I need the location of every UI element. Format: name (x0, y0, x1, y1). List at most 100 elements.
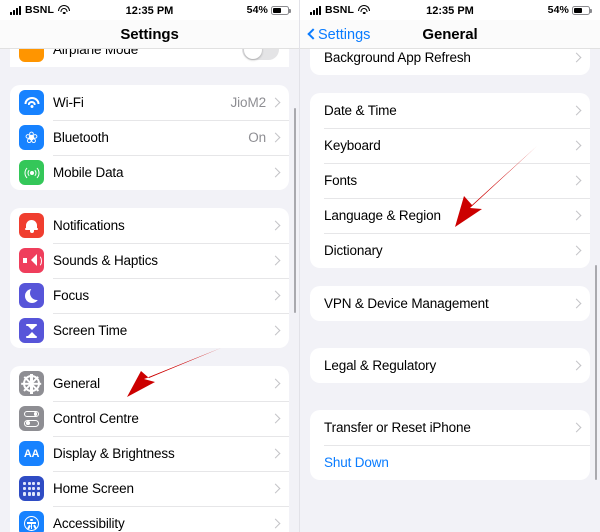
row-label: Notifications (53, 218, 125, 233)
scrollbar-right[interactable] (594, 265, 597, 480)
settings-row-bluetooth[interactable]: ❀ Bluetooth On (10, 120, 289, 155)
settings-group-legal: Legal & Regulatory (310, 348, 590, 383)
settings-row-general[interactable]: General (10, 366, 289, 401)
row-label: Keyboard (324, 138, 381, 153)
status-bar-right: BSNL 12:35 PM 54% (300, 0, 600, 20)
settings-row-fonts[interactable]: Fonts (310, 163, 590, 198)
row-label: Wi-Fi (53, 95, 84, 110)
row-value: JioM2 (230, 95, 266, 110)
settings-row-focus[interactable]: Focus (10, 278, 289, 313)
settings-group-reset: Transfer or Reset iPhone Shut Down (310, 410, 590, 480)
chevron-right-icon (573, 140, 580, 151)
settings-row-control-centre[interactable]: Control Centre (10, 401, 289, 436)
settings-row-shut-down[interactable]: Shut Down (310, 445, 590, 480)
settings-row-dictionary[interactable]: Dictionary (310, 233, 590, 268)
nav-bar-left: Settings (0, 20, 299, 49)
nav-bar-right: Settings General (300, 20, 600, 49)
moon-icon (19, 283, 44, 308)
status-bar-left: BSNL 12:35 PM 54% (0, 0, 299, 20)
settings-group-localization: Date & Time Keyboard Fonts Language & Re… (310, 93, 590, 268)
right-phone-screen: BSNL 12:35 PM 54% Settings General Backg… (300, 0, 600, 532)
row-value: On (248, 130, 266, 145)
status-bar-time-wrap-right: 12:35 PM (300, 1, 600, 19)
chevron-right-icon (272, 167, 279, 178)
row-label: Background App Refresh (324, 50, 471, 65)
chevron-right-icon (272, 378, 279, 389)
battery-icon (271, 5, 291, 15)
control-centre-icon (19, 406, 44, 431)
settings-row-keyboard[interactable]: Keyboard (310, 128, 590, 163)
row-label: Bluetooth (53, 130, 109, 145)
page-title-right: General (422, 26, 478, 43)
settings-row-display-brightness[interactable]: AA Display & Brightness (10, 436, 289, 471)
bluetooth-icon: ❀ (19, 125, 44, 150)
row-label: Screen Time (53, 323, 128, 338)
settings-row-vpn-device-management[interactable]: VPN & Device Management (310, 286, 590, 321)
gear-icon (19, 371, 44, 396)
chevron-right-icon (272, 97, 279, 108)
chevron-right-icon (272, 255, 279, 266)
chevron-right-icon (573, 360, 580, 371)
back-button-settings[interactable]: Settings (308, 27, 370, 43)
row-label: Fonts (324, 173, 358, 188)
home-screen-grid-icon (19, 476, 44, 501)
chevron-right-icon (272, 483, 279, 494)
row-label: Sounds & Haptics (53, 253, 158, 268)
row-label: Shut Down (324, 455, 389, 470)
chevron-right-icon (573, 52, 580, 63)
row-label: General (53, 376, 100, 391)
settings-list-right[interactable]: Background App Refresh Date & Time Keybo… (300, 40, 600, 532)
settings-group-system: General Control Centre AA Display & Brig… (10, 366, 289, 532)
chevron-right-icon (272, 518, 279, 529)
row-label: Display & Brightness (53, 446, 175, 461)
row-label: Dictionary (324, 243, 383, 258)
row-label: Accessibility (53, 516, 125, 531)
chevron-right-icon (272, 220, 279, 231)
chevron-right-icon (573, 245, 580, 256)
display-aa-icon: AA (19, 441, 44, 466)
settings-group-management: VPN & Device Management (310, 286, 590, 321)
mobile-data-icon (19, 160, 44, 185)
clock-label-left: 12:35 PM (125, 5, 174, 17)
row-label: Transfer or Reset iPhone (324, 420, 471, 435)
settings-group-connectivity: Wi-Fi JioM2 ❀ Bluetooth On Mobile Data (10, 85, 289, 190)
row-label: Language & Region (324, 208, 441, 223)
settings-list-left[interactable]: Airplane Mode Wi-Fi JioM2 ❀ Bluetooth On (0, 32, 299, 532)
chevron-right-icon (272, 132, 279, 143)
wifi-icon (19, 90, 44, 115)
chevron-right-icon (573, 105, 580, 116)
settings-row-screen-time[interactable]: Screen Time (10, 313, 289, 348)
row-label: VPN & Device Management (324, 296, 489, 311)
chevron-right-icon (573, 175, 580, 186)
page-title-left: Settings (120, 26, 179, 43)
airplane-mode-row-clipped-wrap: Airplane Mode (0, 32, 299, 67)
speaker-icon (19, 248, 44, 273)
chevron-right-icon (272, 290, 279, 301)
settings-row-transfer-reset-iphone[interactable]: Transfer or Reset iPhone (310, 410, 590, 445)
settings-row-wifi[interactable]: Wi-Fi JioM2 (10, 85, 289, 120)
left-phone-screen: BSNL 12:35 PM 54% Settings Airplane Mode (0, 0, 300, 532)
chevron-right-icon (272, 325, 279, 336)
background-app-refresh-clipped-wrap: Background App Refresh (300, 40, 600, 75)
row-label: Mobile Data (53, 165, 124, 180)
scrollbar-left[interactable] (293, 108, 296, 313)
settings-row-notifications[interactable]: Notifications (10, 208, 289, 243)
chevron-right-icon (573, 210, 580, 221)
chevron-left-icon (308, 29, 315, 40)
row-label: Date & Time (324, 103, 397, 118)
settings-row-sounds-haptics[interactable]: Sounds & Haptics (10, 243, 289, 278)
settings-row-home-screen[interactable]: Home Screen (10, 471, 289, 506)
chevron-right-icon (573, 422, 580, 433)
notifications-bell-icon (19, 213, 44, 238)
accessibility-icon (19, 511, 44, 532)
settings-row-mobile-data[interactable]: Mobile Data (10, 155, 289, 190)
settings-row-legal-regulatory[interactable]: Legal & Regulatory (310, 348, 590, 383)
row-label: Home Screen (53, 481, 134, 496)
hourglass-icon (19, 318, 44, 343)
settings-row-date-time[interactable]: Date & Time (310, 93, 590, 128)
row-label: Focus (53, 288, 90, 303)
settings-row-accessibility[interactable]: Accessibility (10, 506, 289, 532)
battery-icon (572, 5, 592, 15)
chevron-right-icon (272, 448, 279, 459)
settings-row-language-region[interactable]: Language & Region (310, 198, 590, 233)
